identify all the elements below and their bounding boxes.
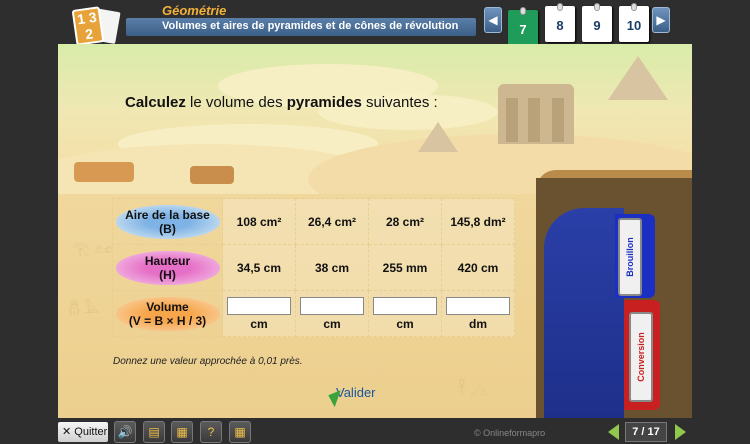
brouillon-label: Brouillon [625, 237, 635, 277]
page-tab-label: 9 [593, 18, 601, 33]
help-button[interactable]: ? [200, 421, 222, 443]
hieroglyph-decoration: 𓂀 𓃭 [72, 240, 113, 256]
instruction-end: suivantes : [361, 94, 438, 111]
quit-label: Quitter [74, 426, 108, 438]
row-label-line2: (H) [159, 267, 176, 282]
volume-input-4[interactable] [446, 296, 510, 315]
table-cell: 26,4 cm² [295, 198, 369, 245]
page-tab-label: 7 [519, 22, 527, 37]
quit-button[interactable]: ✕ Quitter [58, 422, 108, 442]
volume-cell: cm [222, 290, 296, 337]
next-page-button[interactable]: ▶ [652, 7, 670, 33]
instruction-mid: le volume des [185, 94, 287, 111]
conversion-tab[interactable]: Conversion [629, 312, 653, 402]
volume-input-3[interactable] [373, 296, 437, 315]
rocks-decoration [58, 154, 234, 194]
unit-label: cm [323, 316, 341, 331]
table-cell: 34,5 cm [222, 244, 296, 291]
conversion-label: Conversion [636, 332, 646, 382]
table-cell: 420 cm [441, 244, 515, 291]
table-cell: 38 cm [295, 244, 369, 291]
waterfall-decoration [544, 208, 624, 418]
row-label-line2: (V = B × H / 3) [128, 313, 207, 328]
precision-note: Donnez une valeur approchée à 0,01 près. [113, 356, 303, 367]
page-tab-8[interactable]: 8 [545, 3, 575, 42]
exercise-table: Aire de la base (B) 108 cm² 26,4 cm² 28 c… [112, 198, 515, 337]
page-tab-7[interactable]: 7 [508, 7, 538, 48]
app-logo: 1 3 2 [66, 4, 121, 46]
document-icon: ▤ [148, 425, 160, 439]
exercise-stage: 𓂀 𓃭 𓆣 𓅓 𓋹 𓂻 Calculez le volume des pyram… [58, 44, 692, 418]
row-header-height: Hauteur (H) [112, 244, 223, 291]
volume-cell: dm [441, 290, 515, 337]
calculator-button[interactable]: ▦ [229, 421, 251, 443]
page-tab-10[interactable]: 10 [619, 3, 649, 42]
book-button[interactable]: ▦ [171, 421, 193, 443]
volume-cell: cm [368, 290, 442, 337]
close-icon: ✕ [62, 426, 72, 438]
row-label-line1: Volume [146, 299, 189, 314]
table-row-base: Aire de la base (B) 108 cm² 26,4 cm² 28 c… [112, 198, 515, 245]
row-label-line2: (B) [159, 221, 176, 236]
calculator-icon: ▦ [234, 425, 246, 439]
help-icon: ? [207, 425, 215, 439]
table-cell: 108 cm² [222, 198, 296, 245]
prev-screen-button[interactable] [608, 424, 619, 440]
table-cell: 145,8 dm² [441, 198, 515, 245]
table-cell: 255 mm [368, 244, 442, 291]
logo-text: 1 3 2 [76, 8, 98, 43]
hieroglyph-decoration: 𓆣 𓅓 [68, 300, 101, 316]
unit-label: cm [396, 316, 414, 331]
volume-cell: cm [295, 290, 369, 337]
hieroglyph-decoration: 𓋹 𓂻 [458, 380, 487, 396]
row-label-line1: Hauteur [144, 253, 191, 268]
unit-label: dm [469, 316, 487, 331]
brouillon-tab[interactable]: Brouillon [618, 218, 642, 296]
page-tab-9[interactable]: 9 [582, 3, 612, 42]
copyright-text: © Onlineformapro [474, 428, 546, 438]
instruction-bold-2: pyramides [286, 94, 362, 111]
subject-title: Géométrie [162, 3, 227, 18]
volume-input-1[interactable] [227, 296, 291, 315]
exercise-instruction: Calculez le volume des pyramides suivant… [125, 94, 438, 111]
book-icon: ▦ [176, 425, 188, 439]
page-tab-label: 10 [626, 18, 642, 33]
app-window: 1 3 2 Géométrie Volumes et aires de pyra… [0, 0, 750, 444]
table-cell: 28 cm² [368, 198, 442, 245]
row-header-base: Aire de la base (B) [112, 198, 223, 245]
volume-input-2[interactable] [300, 296, 364, 315]
chevron-left-icon: ◀ [488, 13, 498, 27]
header-bar: 1 3 2 Géométrie Volumes et aires de pyra… [0, 0, 750, 48]
prev-page-button[interactable]: ◀ [484, 7, 502, 33]
logo-card: 1 3 2 [71, 6, 105, 46]
page-tab-label: 8 [556, 18, 564, 33]
next-screen-button[interactable] [675, 424, 686, 440]
row-header-volume: Volume (V = B × H / 3) [112, 290, 223, 337]
validate-button[interactable]: Valider [325, 382, 380, 408]
table-row-volume: Volume (V = B × H / 3) cm cm cm dm [112, 290, 515, 337]
pyramid-decoration [608, 56, 668, 100]
row-label-line1: Aire de la base [125, 207, 210, 222]
document-button[interactable]: ▤ [143, 421, 165, 443]
speaker-icon: 🔊 [117, 425, 133, 439]
validate-label: Valider [336, 385, 376, 400]
page-counter: 7 / 17 [625, 422, 667, 442]
speaker-button[interactable]: 🔊 [114, 421, 136, 443]
chevron-right-icon: ▶ [656, 13, 666, 27]
pyramid-decoration [418, 122, 458, 152]
instruction-bold-1: Calculez [125, 94, 186, 111]
temple-decoration [498, 84, 574, 144]
table-row-height: Hauteur (H) 34,5 cm 38 cm 255 mm 420 cm [112, 244, 515, 291]
chapter-title: Volumes et aires de pyramides et de cône… [162, 20, 459, 32]
unit-label: cm [250, 316, 268, 331]
